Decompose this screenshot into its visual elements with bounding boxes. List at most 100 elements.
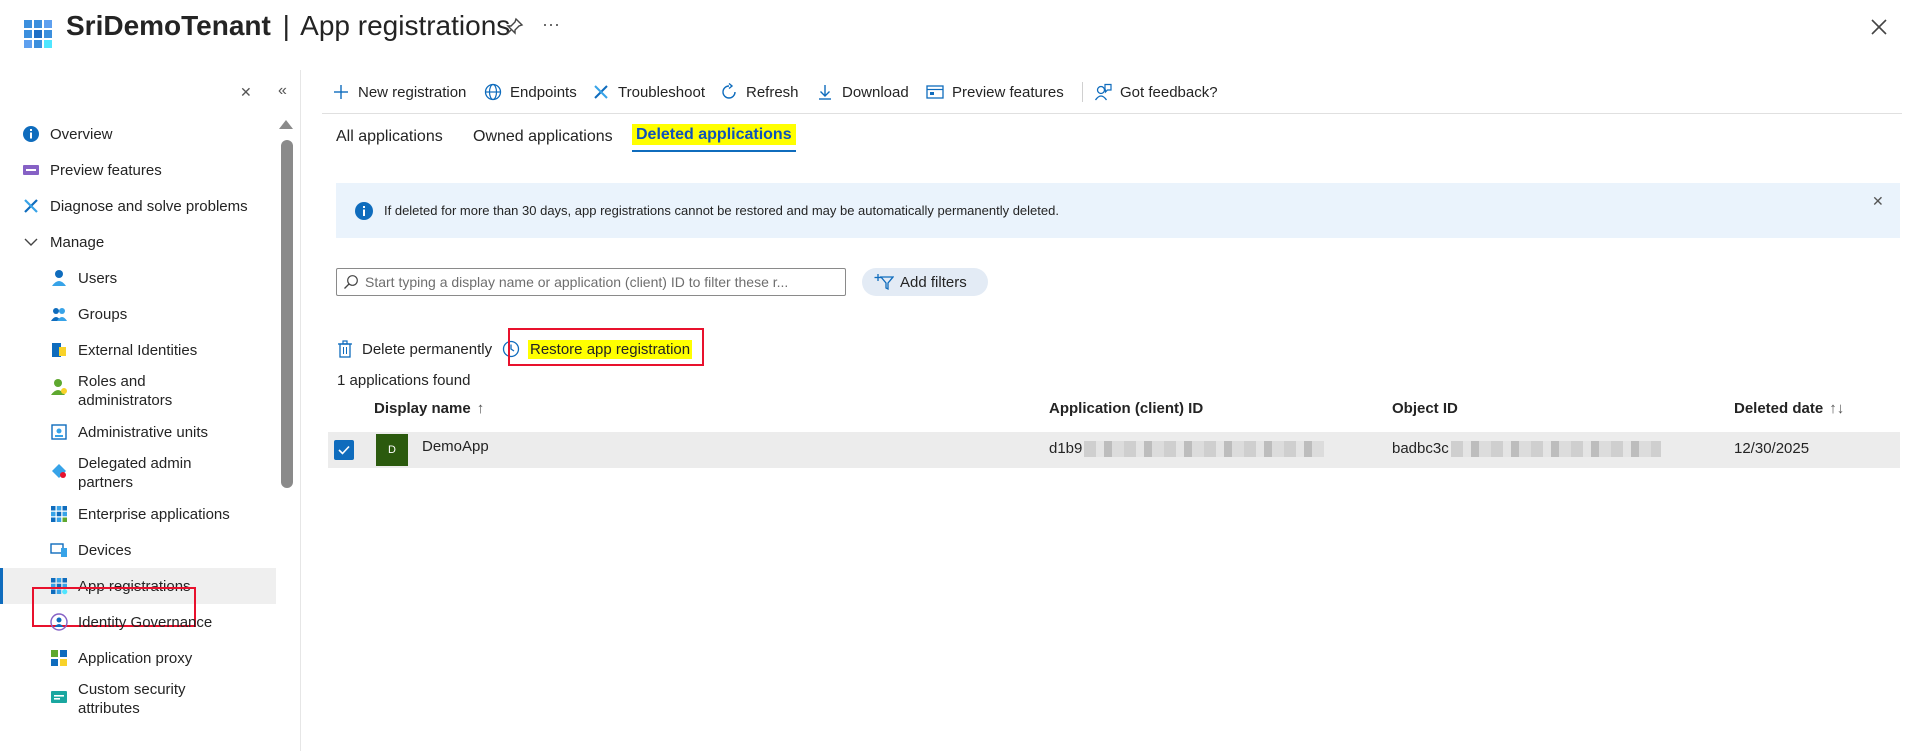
- command-bar: New registration Endpoints Troubleshoot …: [322, 70, 1902, 114]
- add-filters-label: Add filters: [900, 273, 967, 291]
- column-header-deleted-date[interactable]: Deleted date ↑↓: [1734, 400, 1844, 417]
- sidebar-item-label: Application proxy: [78, 649, 193, 667]
- main-content: New registration Endpoints Troubleshoot …: [322, 70, 1907, 751]
- more-options-icon[interactable]: ···: [542, 14, 562, 34]
- download-button[interactable]: Download: [816, 82, 909, 102]
- scroll-up-arrow-icon[interactable]: [279, 120, 293, 129]
- sidebar-item-enterprise-applications[interactable]: Enterprise applications: [0, 496, 276, 532]
- column-header-label: Object ID: [1392, 400, 1458, 417]
- sidebar-item-diagnose[interactable]: Diagnose and solve problems: [0, 188, 276, 224]
- checkmark-icon: [338, 445, 350, 455]
- sidebar-item-delegated-admin[interactable]: Delegated admin partners: [0, 450, 276, 494]
- download-label: Download: [842, 83, 909, 101]
- sidebar-divider: [300, 70, 301, 751]
- sidebar-scrollbar[interactable]: [281, 140, 293, 488]
- sidebar-item-label: Groups: [78, 305, 128, 323]
- title-separator: |: [282, 10, 290, 41]
- search-box[interactable]: [336, 268, 846, 296]
- got-feedback-button[interactable]: Got feedback?: [1094, 82, 1218, 102]
- sidebar-item-label: Manage: [50, 233, 105, 251]
- sidebar-item-label: Enterprise applications: [78, 505, 230, 523]
- info-banner: If deleted for more than 30 days, app re…: [336, 183, 1900, 238]
- sidebar-item-devices[interactable]: Devices: [0, 532, 276, 568]
- refresh-button[interactable]: Refresh: [720, 82, 799, 102]
- endpoints-button[interactable]: Endpoints: [484, 82, 577, 102]
- new-registration-button[interactable]: New registration: [332, 82, 466, 102]
- sort-ascending-icon[interactable]: ↑: [477, 400, 485, 417]
- row-checkbox[interactable]: [334, 440, 354, 460]
- deleted-date-cell: 12/30/2025: [1734, 440, 1810, 457]
- tab-all-applications[interactable]: All applications: [336, 128, 443, 152]
- search-input[interactable]: [365, 274, 835, 290]
- sidebar-item-preview-features[interactable]: Preview features: [0, 152, 276, 188]
- column-header-label: Display name: [374, 400, 471, 417]
- sidebar-item-groups[interactable]: Groups: [0, 296, 276, 332]
- page-title: SriDemoTenant | App registrations: [66, 10, 510, 42]
- devices-icon: [50, 543, 67, 557]
- chevron-down-icon: [24, 238, 38, 246]
- info-icon: [355, 201, 373, 220]
- sidebar: ✕ « Overview Preview features Diagnose a…: [0, 70, 301, 751]
- close-icon[interactable]: [1868, 16, 1890, 38]
- sidebar-item-label: External Identities: [78, 341, 198, 359]
- refresh-label: Refresh: [746, 83, 799, 101]
- sidebar-collapse-icon[interactable]: «: [278, 82, 294, 99]
- blade-header: SriDemoTenant | App registrations ···: [0, 0, 1907, 60]
- wrench-icon: [24, 199, 38, 213]
- sidebar-item-roles[interactable]: Roles and administrators: [0, 368, 276, 412]
- sort-icon[interactable]: ↑↓: [1829, 400, 1844, 417]
- tab-label: All applications: [336, 128, 443, 145]
- sidebar-item-application-proxy[interactable]: Application proxy: [0, 640, 276, 676]
- sidebar-item-label: Custom security attributes: [78, 681, 186, 717]
- column-header-object-id[interactable]: Object ID: [1392, 400, 1458, 417]
- client-id-value: d1b9: [1049, 440, 1083, 457]
- column-header-client-id[interactable]: Application (client) ID: [1049, 400, 1203, 417]
- redacted-block: [1450, 441, 1661, 458]
- delete-permanently-button[interactable]: Delete permanently: [336, 334, 492, 364]
- sidebar-group-manage[interactable]: Manage: [0, 224, 276, 260]
- user-icon: [52, 270, 66, 286]
- object-id-cell: badbc3c: [1392, 440, 1661, 458]
- preview-features-button[interactable]: Preview features: [926, 82, 1064, 102]
- results-count: 1 applications found: [337, 372, 471, 389]
- app-name-link[interactable]: DemoApp: [422, 438, 489, 455]
- sidebar-item-label: Overview: [50, 125, 113, 143]
- tab-owned-applications[interactable]: Owned applications: [473, 128, 613, 152]
- sidebar-item-overview[interactable]: Overview: [0, 116, 276, 152]
- info-icon: [23, 126, 39, 142]
- sidebar-item-administrative-units[interactable]: Administrative units: [0, 414, 276, 450]
- sidebar-close-icon[interactable]: ✕: [240, 84, 254, 100]
- sidebar-item-custom-security-attributes[interactable]: Custom security attributes: [0, 676, 276, 720]
- annotation-highlight-box: [508, 328, 704, 366]
- blade-name: App registrations: [300, 10, 511, 41]
- add-filters-button[interactable]: Add filters: [862, 268, 988, 296]
- troubleshoot-button[interactable]: Troubleshoot: [592, 82, 705, 102]
- client-id-cell: d1b9: [1049, 440, 1325, 458]
- sidebar-item-identity-governance[interactable]: Identity Governance: [0, 604, 276, 640]
- app-proxy-icon: [51, 650, 67, 666]
- sidebar-item-label: Devices: [78, 541, 132, 559]
- troubleshoot-label: Troubleshoot: [618, 83, 705, 101]
- refresh-icon: [722, 83, 736, 99]
- new-registration-label: New registration: [358, 83, 467, 101]
- delegated-admin-icon: [52, 464, 66, 478]
- pin-icon[interactable]: [504, 17, 524, 37]
- tab-deleted-applications[interactable]: Deleted applications: [632, 124, 796, 152]
- sidebar-item-label: Roles and administrators: [78, 373, 173, 409]
- sidebar-item-users[interactable]: Users: [0, 260, 276, 296]
- add-filter-icon: [874, 274, 894, 291]
- sidebar-item-label: Administrative units: [78, 423, 209, 441]
- table-row[interactable]: D DemoApp d1b9 badbc3c 12/30/2025: [328, 432, 1900, 468]
- sidebar-item-label: Users: [78, 269, 118, 287]
- search-icon: [344, 275, 358, 289]
- delete-permanently-label: Delete permanently: [362, 340, 493, 358]
- tab-label: Deleted applications: [632, 124, 796, 145]
- custom-security-icon: [51, 691, 67, 703]
- avatar: D: [376, 434, 408, 466]
- preview-icon: [23, 165, 39, 175]
- column-header-display-name[interactable]: Display name ↑: [374, 400, 484, 417]
- object-id-value: badbc3c: [1392, 440, 1449, 457]
- close-icon[interactable]: ✕: [1872, 193, 1886, 209]
- sidebar-item-external-identities[interactable]: External Identities: [0, 332, 276, 368]
- tab-label: Owned applications: [473, 128, 613, 145]
